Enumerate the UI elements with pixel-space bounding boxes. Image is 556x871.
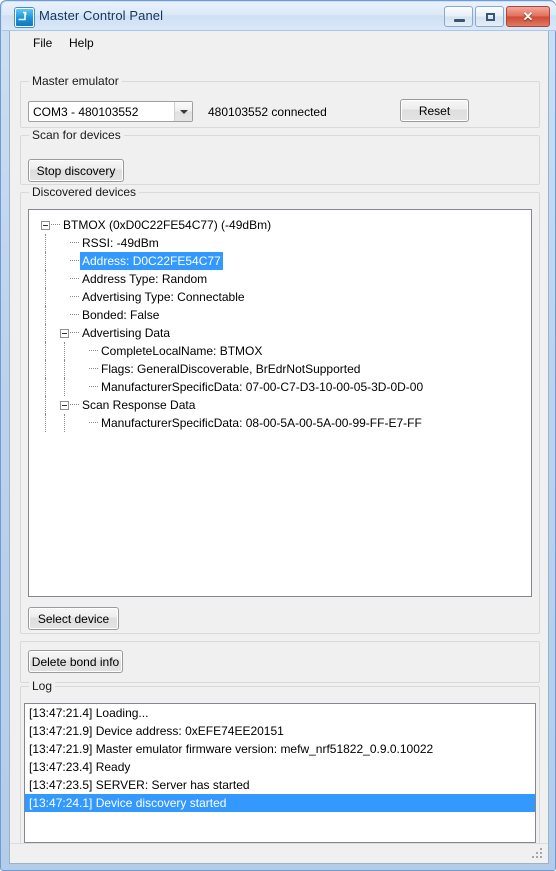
tree-item-label: ManufacturerSpecificData: 07-00-C7-D3-10… (101, 380, 424, 394)
log-row[interactable]: [13:47:21.9] Master emulator firmware ve… (25, 740, 535, 758)
tree-item[interactable]: Flags: GeneralDiscoverable, BrEdrNotSupp… (29, 360, 531, 378)
tree-connector (70, 260, 79, 262)
client-area: File Help Master emulator COM3 - 4801035… (9, 31, 549, 864)
tree-item-label: Flags: GeneralDiscoverable, BrEdrNotSupp… (101, 362, 361, 376)
tree-item[interactable]: ManufacturerSpecificData: 08-00-5A-00-5A… (29, 414, 531, 432)
maximize-button[interactable] (475, 6, 504, 27)
tree-item[interactable]: BTMOX (0xD0C22FE54C77) (-49dBm) (29, 216, 531, 234)
app-icon (15, 8, 34, 27)
tree-collapse-icon[interactable] (41, 221, 50, 230)
maximize-icon (486, 13, 495, 21)
tree-connector (70, 332, 79, 334)
tree-item-label: Address: D0C22FE54C77 (80, 252, 223, 270)
tree-guide-line (45, 360, 47, 378)
window-controls: ✕ (444, 6, 550, 27)
tree-guide-line (45, 378, 47, 396)
tree-item-label: Advertising Data (82, 326, 171, 340)
emulator-status-text: 480103552 connected (208, 105, 327, 119)
tree-item[interactable]: Address Type: Random (29, 270, 531, 288)
tree-item-label: Address Type: Random (82, 272, 208, 286)
tree-item[interactable]: Advertising Type: Connectable (29, 288, 531, 306)
tree-collapse-icon[interactable] (60, 329, 69, 338)
tree-item-label: CompleteLocalName: BTMOX (101, 344, 263, 358)
application-window: Master Control Panel ✕ File Help Master … (0, 0, 556, 871)
close-button[interactable]: ✕ (506, 6, 550, 27)
tree-item[interactable]: Scan Response Data (29, 396, 531, 414)
log-row[interactable]: [13:47:23.5] SERVER: Server has started (25, 776, 535, 794)
tree-item[interactable]: ManufacturerSpecificData: 07-00-C7-D3-10… (29, 378, 531, 396)
tree-item-label: BTMOX (0xD0C22FE54C77) (-49dBm) (63, 218, 272, 232)
select-device-button[interactable]: Select device (28, 607, 119, 630)
minimize-icon (454, 19, 465, 22)
tree-guide-line (45, 414, 47, 432)
menu-item-help[interactable]: Help (62, 34, 101, 52)
tree-item[interactable]: Bonded: False (29, 306, 531, 324)
tree-connector (70, 314, 79, 316)
tree-item-label: ManufacturerSpecificData: 08-00-5A-00-5A… (101, 416, 422, 430)
status-bar (10, 843, 548, 863)
window-title: Master Control Panel (39, 8, 164, 23)
discovered-devices-group-title: Discovered devices (29, 185, 140, 199)
chevron-down-icon[interactable] (174, 102, 192, 121)
close-icon: ✕ (522, 9, 534, 24)
log-row[interactable]: [13:47:24.1] Device discovery started (25, 794, 535, 812)
tree-guide-line (45, 342, 47, 360)
tree-item-label: Bonded: False (82, 308, 160, 322)
delete-bond-info-button[interactable]: Delete bond info (28, 650, 123, 673)
tree-guide-line (45, 396, 47, 414)
tree-item-label: Scan Response Data (82, 398, 196, 412)
tree-connector (51, 224, 60, 226)
tree-connector (89, 422, 98, 424)
log-row[interactable]: [13:47:21.4] Loading... (25, 704, 535, 722)
log-row[interactable]: [13:47:23.4] Ready (25, 758, 535, 776)
tree-guide-line (45, 270, 47, 288)
tree-guide-line (64, 414, 66, 432)
scan-group-title: Scan for devices (29, 128, 124, 142)
discovered-devices-tree[interactable]: BTMOX (0xD0C22FE54C77) (-49dBm) RSSI: -49… (28, 209, 532, 597)
tree-item[interactable]: Address: D0C22FE54C77 (29, 252, 531, 270)
log-row[interactable]: [13:47:21.9] Device address: 0xEFE74EE20… (25, 722, 535, 740)
tree-collapse-icon[interactable] (60, 401, 69, 410)
tree-connector (89, 368, 98, 370)
emulator-port-select[interactable]: COM3 - 480103552 (28, 101, 193, 122)
minimize-button[interactable] (444, 6, 473, 27)
tree-guide-line (64, 378, 66, 396)
tree-guide-line (45, 252, 47, 270)
tree-guide-line (64, 360, 66, 378)
tree-connector (70, 278, 79, 280)
tree-item[interactable]: CompleteLocalName: BTMOX (29, 342, 531, 360)
tree-connector (70, 242, 79, 244)
tree-item[interactable]: RSSI: -49dBm (29, 234, 531, 252)
tree-connector (89, 350, 98, 352)
tree-item-label: RSSI: -49dBm (82, 236, 159, 250)
log-group-title: Log (29, 679, 56, 693)
tree-item-label: Advertising Type: Connectable (82, 290, 245, 304)
tree-connector (89, 386, 98, 388)
tree-connector (70, 296, 79, 298)
stop-discovery-button[interactable]: Stop discovery (28, 159, 124, 182)
title-bar[interactable]: Master Control Panel ✕ (2, 2, 556, 31)
reset-button[interactable]: Reset (400, 99, 469, 122)
emulator-port-value: COM3 - 480103552 (33, 104, 139, 119)
menu-item-file[interactable]: File (26, 34, 59, 52)
tree-guide-line (64, 342, 66, 360)
tree-connector (70, 404, 79, 406)
tree-item[interactable]: Advertising Data (29, 324, 531, 342)
tree-guide-line (45, 306, 47, 324)
tree-guide-line (45, 324, 47, 342)
master-emulator-group-title: Master emulator (29, 74, 122, 88)
resize-grip-icon[interactable] (532, 848, 544, 860)
log-list[interactable]: [13:47:21.4] Loading... [13:47:21.9] Devi… (24, 703, 536, 843)
menu-bar: File Help (10, 31, 548, 53)
tree-guide-line (45, 288, 47, 306)
tree-guide-line (45, 234, 47, 252)
